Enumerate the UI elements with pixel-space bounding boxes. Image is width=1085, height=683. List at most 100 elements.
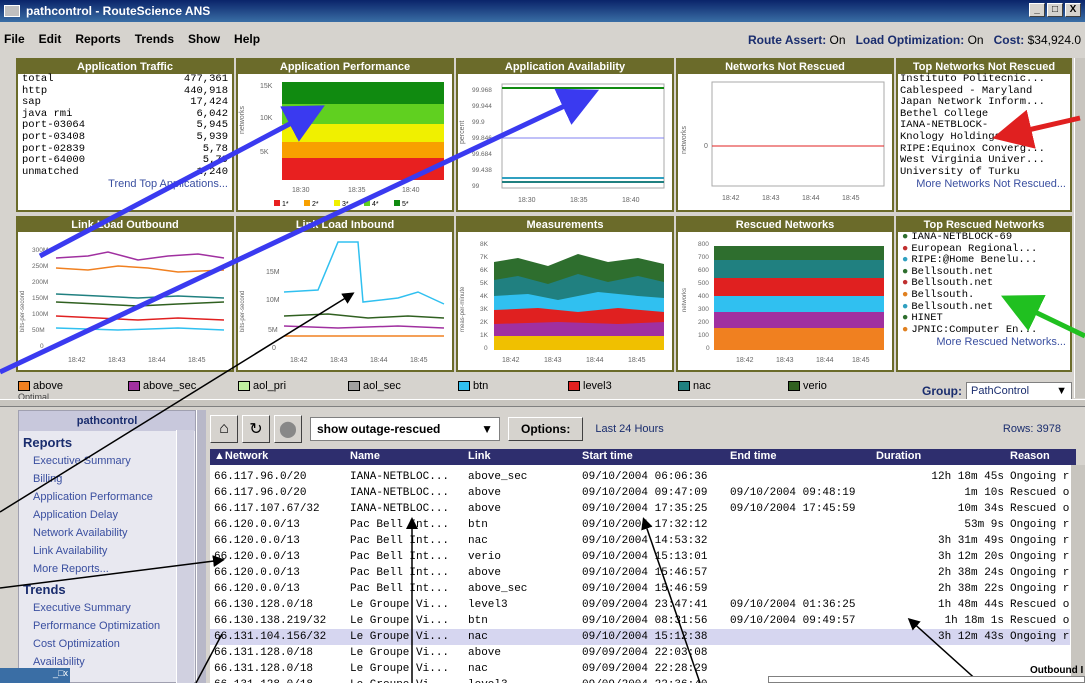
table-row[interactable]: 66.120.0.0/13 Pac Bell Int... above 09/10/2… bbox=[210, 565, 1070, 581]
table-row[interactable]: 66.130.138.219/32 Le Groupe Vi... btn 09/10… bbox=[210, 613, 1070, 629]
band-above-sec bbox=[714, 312, 884, 328]
legend-label: btn bbox=[473, 380, 489, 392]
column-header[interactable]: End time bbox=[730, 450, 776, 462]
not-rescued-item[interactable]: Knology Holdings bbox=[900, 131, 1070, 144]
menu-trends[interactable]: Trends bbox=[135, 32, 174, 46]
menu-file[interactable]: File bbox=[4, 32, 25, 46]
table-cell: 09/10/2004 09:47:09 bbox=[582, 487, 708, 499]
y-tick: 0 bbox=[272, 345, 276, 352]
view-select[interactable]: show outage-rescued ▼ bbox=[310, 417, 500, 441]
table-row[interactable]: 66.131.104.156/32 Le Groupe Vi... nac 09/10… bbox=[210, 629, 1070, 645]
trend-top-applications-link[interactable]: Trend Top Applications... bbox=[18, 178, 232, 190]
more-rescued-networks-link[interactable]: More Rescued Networks... bbox=[898, 336, 1070, 348]
y-tick: 50M bbox=[32, 327, 45, 334]
table-cell: 09/10/2004 09:49:57 bbox=[730, 615, 856, 627]
series-line bbox=[55, 265, 225, 273]
rescued-item[interactable]: ● JPNIC:Computer En... bbox=[902, 324, 1070, 337]
series-line bbox=[55, 251, 225, 261]
y-tick: 15M bbox=[266, 269, 280, 276]
sidebar-item[interactable]: More Reports... bbox=[19, 560, 195, 578]
menu-help[interactable]: Help bbox=[234, 32, 260, 46]
refresh-icon: ↻ bbox=[249, 421, 263, 438]
table-row[interactable]: 66.120.0.0/13 Pac Bell Int... above_sec 09/… bbox=[210, 581, 1070, 597]
legend-label: above bbox=[33, 380, 63, 392]
not-rescued-item[interactable]: Instituto Politecnic... bbox=[900, 73, 1070, 86]
column-header[interactable]: Link bbox=[468, 450, 491, 462]
sidebar-item[interactable]: Performance Optimization bbox=[19, 617, 195, 635]
column-header[interactable]: Name bbox=[350, 450, 380, 462]
menu-show[interactable]: Show bbox=[188, 32, 220, 46]
table-row[interactable]: 66.117.96.0/20 IANA-NETBLOC... above 09/10/… bbox=[210, 485, 1070, 501]
sidebar-item[interactable]: Cost Optimization bbox=[19, 635, 195, 653]
table-cell: above bbox=[468, 487, 502, 499]
cost-value: $34,924.0 bbox=[1027, 33, 1081, 47]
sidebar-scrollbar[interactable] bbox=[176, 430, 194, 683]
split-divider[interactable] bbox=[0, 399, 1085, 407]
window-titlebar: pathcontrol - RouteScience ANS _ □ X bbox=[0, 0, 1085, 22]
traffic-app-name: port-64000 bbox=[22, 154, 86, 167]
y-tick: 500 bbox=[698, 280, 709, 287]
y-axis-label: networks bbox=[239, 105, 246, 134]
sidebar-item[interactable]: Application Delay bbox=[19, 506, 195, 524]
column-header[interactable]: ▲Network bbox=[214, 450, 268, 462]
table-row[interactable]: 66.131.128.0/18 Le Groupe Vi... above 09/09… bbox=[210, 645, 1070, 661]
refresh-button[interactable]: ↻ bbox=[242, 415, 270, 443]
menu-reports[interactable]: Reports bbox=[75, 32, 120, 46]
legend-item: above bbox=[18, 380, 128, 392]
stop-button[interactable]: ⬤ bbox=[274, 415, 302, 443]
table-cell: Rescued ou bbox=[1010, 487, 1070, 499]
maximize-button[interactable]: □ bbox=[1047, 3, 1063, 17]
table-cell: 66.117.107.67/32 bbox=[214, 503, 320, 515]
table-cell: Le Groupe Vi... bbox=[350, 615, 450, 627]
series-line bbox=[55, 315, 225, 321]
table-row[interactable]: 66.130.128.0/18 Le Groupe Vi... level3 09/0… bbox=[210, 597, 1070, 613]
sidebar-item[interactable]: Network Availability bbox=[19, 524, 195, 542]
y-tick: 5K bbox=[260, 149, 269, 156]
x-tick: 18:30 bbox=[518, 197, 536, 204]
table-scrollbar[interactable] bbox=[1070, 465, 1085, 683]
not-rescued-item[interactable]: University of Turku bbox=[900, 166, 1070, 179]
options-button[interactable]: Options: bbox=[508, 417, 584, 441]
group-select[interactable]: PathControl ▼ bbox=[966, 382, 1072, 400]
table-row[interactable]: 66.120.0.0/13 Pac Bell Int... verio 09/10/2… bbox=[210, 549, 1070, 565]
traffic-app-name: port-03408 bbox=[22, 130, 86, 143]
legend-label: aol_sec bbox=[363, 380, 401, 392]
outbound-window bbox=[768, 676, 1085, 683]
app-availability-chart: percent 99.968 99.944 99.9 99.846 99.684… bbox=[459, 83, 665, 204]
table-row[interactable]: 66.120.0.0/13 Pac Bell Int... nac 09/10/200… bbox=[210, 533, 1070, 549]
outbound-label: Outbound I bbox=[1030, 665, 1084, 676]
y-tick: 700 bbox=[698, 254, 709, 261]
column-header[interactable]: Start time bbox=[582, 450, 633, 462]
sidebar-item[interactable]: Executive Summary bbox=[19, 452, 195, 470]
home-button[interactable]: ⌂ bbox=[210, 415, 238, 443]
table-row[interactable]: 66.117.107.67/32 IANA-NETBLOC... above 09/1… bbox=[210, 501, 1070, 517]
table-row[interactable]: 66.117.96.0/20 IANA-NETBLOC... above_sec 09… bbox=[210, 469, 1070, 485]
column-header[interactable]: Reason bbox=[1010, 450, 1050, 462]
y-tick: 99.438 bbox=[472, 167, 492, 174]
mini-window-controls[interactable]: _□x bbox=[0, 668, 70, 683]
not-rescued-item[interactable]: West Virginia Univer... bbox=[900, 155, 1070, 167]
report-toolbar: ⌂ ↻ ⬤ show outage-rescued ▼ Options: Last… bbox=[206, 410, 1085, 448]
minimize-button[interactable]: _ bbox=[1029, 3, 1045, 17]
sidebar-item[interactable]: Application Performance bbox=[19, 488, 195, 506]
y-tick: 150M bbox=[32, 295, 48, 302]
y-tick: 2K bbox=[480, 319, 489, 326]
x-tick: 18:30 bbox=[292, 187, 310, 194]
table-cell: 09/10/2004 15:46:59 bbox=[582, 583, 708, 595]
more-networks-not-rescued-link[interactable]: More Networks Not Rescued... bbox=[898, 178, 1070, 190]
legend-3: 3* bbox=[342, 201, 349, 208]
table-row[interactable]: 66.131.128.0/18 Le Groupe Vi... nac 09/09/2… bbox=[210, 661, 1070, 677]
table-cell: Le Groupe Vi... bbox=[350, 647, 450, 659]
dashboard-scrollbar[interactable] bbox=[1074, 58, 1085, 398]
y-tick: 5M bbox=[268, 327, 278, 334]
sidebar-item[interactable]: Executive Summary bbox=[19, 599, 195, 617]
menu-edit[interactable]: Edit bbox=[39, 32, 62, 46]
panel-title: Rescued Networks bbox=[678, 218, 892, 232]
sidebar-splitter[interactable] bbox=[196, 410, 206, 683]
close-button[interactable]: X bbox=[1065, 3, 1081, 17]
sidebar-item[interactable]: Link Availability bbox=[19, 542, 195, 560]
column-header[interactable]: Duration bbox=[876, 450, 921, 462]
table-row[interactable]: 66.120.0.0/13 Pac Bell Int... btn 09/10/200… bbox=[210, 517, 1070, 533]
y-tick: 10M bbox=[266, 297, 280, 304]
sidebar-item[interactable]: Billing bbox=[19, 470, 195, 488]
